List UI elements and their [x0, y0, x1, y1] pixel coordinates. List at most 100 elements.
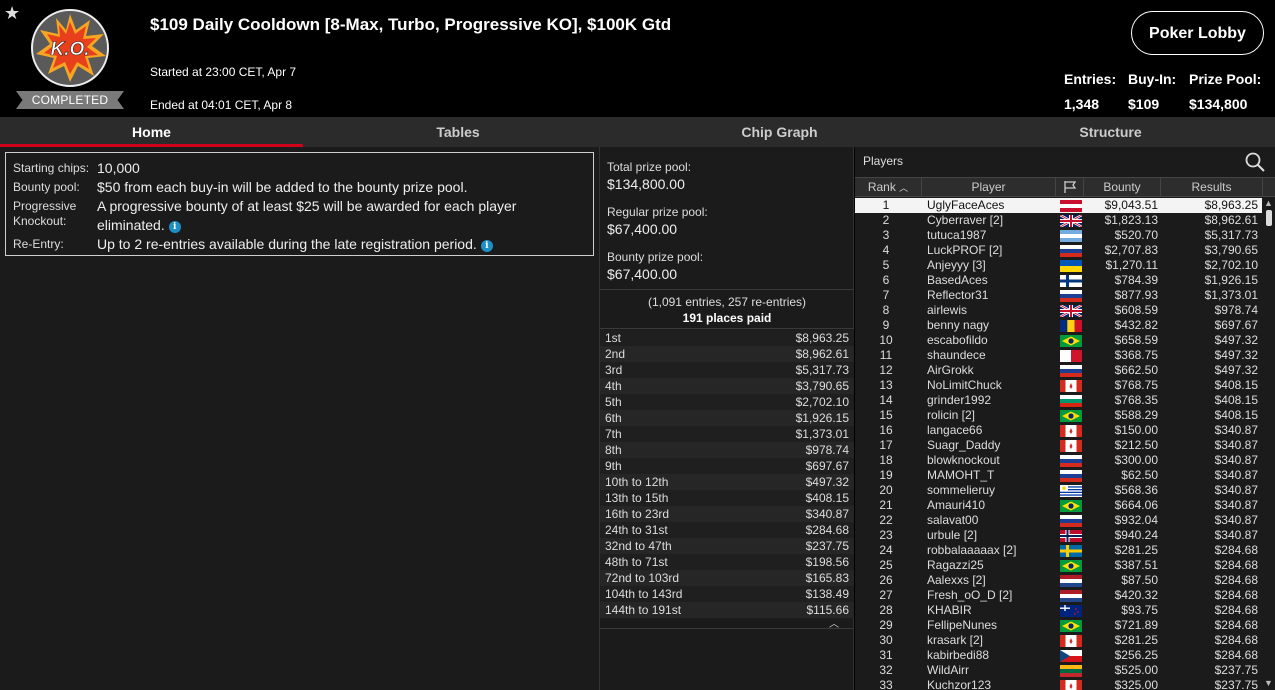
table-row[interactable]: 1 UglyFaceAces $9,043.51 $8,963.25	[855, 198, 1262, 213]
table-row[interactable]: 15 rolicin [2] $588.29 $408.15	[855, 408, 1262, 423]
payout-place: 6th	[605, 411, 622, 425]
table-row[interactable]: 33 Kuchzor123 $325.00 $237.75	[855, 678, 1262, 690]
favorite-star-icon[interactable]: ★	[4, 3, 20, 24]
tab-home[interactable]: Home	[0, 117, 303, 147]
player-name: FellipeNunes	[927, 618, 998, 632]
player-name: blowknockout	[927, 453, 1000, 467]
table-row[interactable]: 18 blowknockout $300.00 $340.87	[855, 453, 1262, 468]
table-row[interactable]: 21 Amauri410 $664.06 $340.87	[855, 498, 1262, 513]
tab-bar: Home Tables Chip Graph Structure	[0, 117, 1275, 147]
player-bounty: $2,707.83	[1104, 243, 1158, 257]
table-row[interactable]: 14 grinder1992 $768.35 $408.15	[855, 393, 1262, 408]
player-result: $5,317.73	[1204, 228, 1258, 242]
table-row[interactable]: 19 MAMOHT_T $62.50 $340.87	[855, 468, 1262, 483]
starting-chips-row: Starting chips: 10,000	[13, 159, 588, 177]
pko-label-line2: Knockout:	[13, 214, 67, 228]
scroll-thumb[interactable]	[1266, 210, 1272, 226]
table-row[interactable]: 13 NoLimitChuck $768.75 $408.15	[855, 378, 1262, 393]
player-name: airlewis	[927, 303, 968, 317]
player-bounty: $93.75	[1121, 603, 1158, 617]
scroll-down-icon[interactable]: ▼	[1264, 678, 1273, 688]
country-flag-icon	[1060, 635, 1082, 647]
payout-row: 8th $978.74	[600, 442, 854, 458]
country-flag-icon	[1060, 455, 1082, 467]
search-icon[interactable]	[1244, 151, 1266, 173]
player-result: $408.15	[1214, 408, 1258, 422]
end-time: Ended at 04:01 CET, Apr 8	[150, 98, 293, 112]
player-result: $978.74	[1214, 303, 1258, 317]
table-row[interactable]: 16 langace66 $150.00 $340.87	[855, 423, 1262, 438]
column-results[interactable]: Results	[1161, 178, 1263, 196]
payout-amount: $5,317.73	[795, 363, 849, 377]
table-row[interactable]: 24 robbalaaaaax [2] $281.25 $284.68	[855, 543, 1262, 558]
table-row[interactable]: 27 Fresh_oO_D [2] $420.32 $284.68	[855, 588, 1262, 603]
poker-lobby-button[interactable]: Poker Lobby	[1131, 11, 1264, 55]
table-row[interactable]: 30 krasark [2] $281.25 $284.68	[855, 633, 1262, 648]
player-result: $3,790.65	[1204, 243, 1258, 257]
table-row[interactable]: 31 kabirbedi88 $256.25 $284.68	[855, 648, 1262, 663]
entries-label: Entries:	[1064, 71, 1117, 87]
table-row[interactable]: 7 Reflector31 $877.93 $1,373.01	[855, 288, 1262, 303]
entries-summary: (1,091 entries, 257 re-entries) 191 plac…	[600, 289, 854, 329]
table-row[interactable]: 26 Aalexxs [2] $87.50 $284.68	[855, 573, 1262, 588]
player-rank: 1	[882, 198, 890, 212]
player-rank: 19	[879, 468, 893, 482]
players-scrollbar[interactable]: ▲ ▼	[1263, 198, 1275, 690]
player-result: $340.87	[1214, 468, 1258, 482]
scroll-up-icon[interactable]: ▲	[1264, 198, 1273, 208]
total-prize-pool-label: Total prize pool:	[607, 160, 692, 174]
table-row[interactable]: 5 Anjeyyy [3] $1,270.11 $2,702.10	[855, 258, 1262, 273]
info-icon[interactable]: i	[480, 240, 493, 252]
info-icon[interactable]: i	[168, 221, 181, 233]
table-row[interactable]: 28 KHABIR $93.75 $284.68	[855, 603, 1262, 618]
table-row[interactable]: 8 airlewis $608.59 $978.74	[855, 303, 1262, 319]
table-row[interactable]: 29 FellipeNunes $721.89 $284.68	[855, 618, 1262, 633]
table-row[interactable]: 3 tutuca1987 $520.70 $5,317.73	[855, 228, 1262, 243]
chevron-up-icon[interactable]: ︿	[829, 615, 839, 630]
country-flag-icon	[1060, 365, 1082, 377]
player-result: $340.87	[1214, 483, 1258, 497]
country-flag-icon	[1060, 515, 1082, 527]
payout-place: 48th to 71st	[605, 555, 668, 569]
entries-breakdown: (1,091 entries, 257 re-entries)	[647, 295, 807, 309]
table-row[interactable]: 22 salavat00 $932.04 $340.87	[855, 513, 1262, 528]
table-row[interactable]: 25 Ragazzi25 $387.51 $284.68	[855, 558, 1262, 573]
table-row[interactable]: 6 BasedAces $784.39 $1,926.15	[855, 273, 1262, 288]
player-bounty: $608.59	[1114, 303, 1158, 317]
country-flag-icon	[1060, 350, 1082, 362]
payout-row: 10th to 12th $497.32	[600, 474, 854, 490]
player-result: $284.68	[1214, 603, 1258, 617]
table-row[interactable]: 2 Cyberraver [2] $1,823.13 $8,962.61	[855, 213, 1262, 229]
table-row[interactable]: 23 urbule [2] $940.24 $340.87	[855, 528, 1262, 543]
payout-row: 6th $1,926.15	[600, 410, 854, 426]
tab-tables[interactable]: Tables	[303, 117, 613, 147]
column-player[interactable]: Player	[922, 178, 1056, 196]
table-row[interactable]: 20 sommelieruy $568.36 $340.87	[855, 483, 1262, 498]
payout-amount: $408.15	[805, 491, 849, 505]
player-name: MAMOHT_T	[927, 468, 995, 482]
player-bounty: $568.36	[1114, 483, 1158, 497]
player-name: escabofildo	[927, 333, 988, 347]
player-rank: 3	[882, 228, 890, 242]
bounty-pool-label: Bounty pool:	[13, 180, 80, 194]
payout-amount: $237.75	[805, 539, 849, 553]
table-row[interactable]: 9 benny nagy $432.82 $697.67	[855, 318, 1262, 333]
table-row[interactable]: 4 LuckPROF [2] $2,707.83 $3,790.65	[855, 243, 1262, 258]
column-bounty[interactable]: Bounty	[1084, 178, 1161, 196]
player-result: $408.15	[1214, 378, 1258, 392]
column-rank[interactable]: Rank ︿	[855, 178, 922, 196]
payout-amount: $697.67	[805, 459, 849, 473]
player-name: AirGrokk	[927, 363, 974, 377]
table-row[interactable]: 10 escabofildo $658.59 $497.32	[855, 333, 1262, 348]
player-bounty: $520.70	[1114, 228, 1158, 242]
column-country[interactable]	[1056, 178, 1084, 196]
country-flag-icon	[1060, 335, 1082, 347]
player-bounty: $721.89	[1114, 618, 1158, 632]
table-row[interactable]: 32 WildAirr $525.00 $237.75	[855, 663, 1262, 678]
tab-chip-graph[interactable]: Chip Graph	[613, 117, 946, 147]
table-row[interactable]: 11 shaundece $368.75 $497.32	[855, 348, 1262, 363]
table-row[interactable]: 17 Suagr_Daddy $212.50 $340.87	[855, 438, 1262, 453]
tab-structure[interactable]: Structure	[946, 117, 1275, 147]
player-rank: 24	[879, 543, 893, 557]
table-row[interactable]: 12 AirGrokk $662.50 $497.32	[855, 363, 1262, 378]
